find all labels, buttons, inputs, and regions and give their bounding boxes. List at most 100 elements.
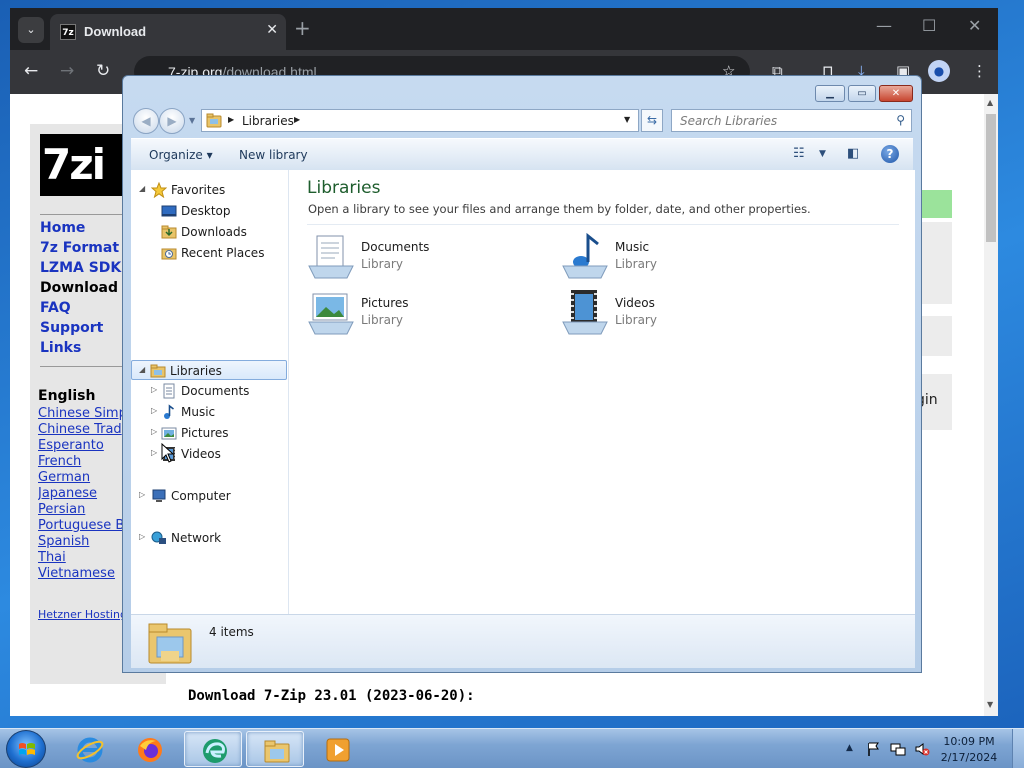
new-tab-icon[interactable]: +	[294, 16, 311, 40]
scroll-thumb[interactable]	[986, 114, 996, 242]
new-library-button[interactable]: New library	[239, 148, 308, 162]
browser-tab[interactable]: 7z Download ✕	[50, 14, 286, 50]
nav-computer-label: Computer	[171, 489, 231, 503]
expand-arrow-icon[interactable]: ▷	[139, 532, 145, 541]
back-icon[interactable]: ←	[24, 61, 38, 81]
taskbar-explorer[interactable]	[246, 731, 304, 767]
breadcrumb-separator-icon[interactable]: ▶	[228, 115, 234, 124]
download-heading: Download 7-Zip 23.01 (2023-06-20):	[188, 688, 475, 704]
organize-button[interactable]: Organize ▾	[149, 148, 213, 162]
nav-desktop[interactable]: Desktop	[133, 201, 283, 221]
explorer-forward-icon[interactable]: ▶	[159, 108, 185, 134]
expand-arrow-icon[interactable]: ▷	[151, 427, 157, 436]
tile-type: Library	[615, 313, 657, 327]
edge-icon	[203, 739, 227, 763]
search-input[interactable]: Search Libraries ⚲	[671, 109, 912, 132]
nav-computer[interactable]: ▷ Computer	[133, 486, 283, 506]
library-tile-pictures[interactable]: Pictures Library	[307, 288, 547, 338]
command-bar: Organize ▾ New library ☷ ▼ ◧ ?	[131, 138, 913, 170]
collapse-arrow-icon[interactable]: ◢	[139, 184, 145, 193]
nav-recent-places-label: Recent Places	[181, 246, 265, 260]
expand-arrow-icon[interactable]: ▷	[139, 490, 145, 499]
nav-faq-link[interactable]: FAQ	[40, 300, 71, 316]
nav-pictures[interactable]: ▷ Pictures	[133, 423, 283, 443]
reload-icon[interactable]: ↻	[96, 61, 110, 81]
nav-links-link[interactable]: Links	[40, 340, 81, 356]
nav-desktop-label: Desktop	[181, 204, 231, 218]
taskbar-media-player[interactable]	[308, 731, 366, 767]
change-view-icon[interactable]: ☷	[793, 146, 805, 161]
maximize-icon[interactable]: ☐	[922, 16, 936, 35]
nav-music[interactable]: ▷ Music	[133, 402, 283, 422]
nav-downloads[interactable]: Downloads	[133, 222, 283, 242]
explorer-maximize-button[interactable]: ▭	[848, 85, 876, 102]
collapse-arrow-icon[interactable]: ◢	[139, 365, 145, 374]
start-button[interactable]	[6, 730, 46, 768]
expand-arrow-icon[interactable]: ▷	[151, 448, 157, 457]
show-desktop-button[interactable]	[1012, 729, 1024, 768]
nav-favorites[interactable]: ◢ Favorites	[133, 180, 283, 200]
explorer-icon	[264, 740, 290, 763]
tile-name: Music	[615, 240, 650, 254]
nav-network[interactable]: ▷ Network	[133, 528, 283, 548]
nav-7z-format-link[interactable]: 7z Format	[40, 240, 119, 256]
media-player-icon	[326, 738, 350, 762]
tab-title: Download	[84, 24, 147, 39]
breadcrumb-separator-icon[interactable]: ▶	[294, 115, 300, 124]
breadcrumb-libraries[interactable]: Libraries	[242, 114, 294, 128]
recent-pages-chevron-icon[interactable]: ▼	[189, 116, 195, 125]
show-hidden-icons-arrow-icon[interactable]: ▲	[846, 743, 853, 753]
tile-type: Library	[615, 257, 657, 271]
library-tile-documents[interactable]: Documents Library	[307, 232, 547, 282]
library-tile-videos[interactable]: Videos Library	[561, 288, 801, 338]
forward-icon[interactable]: →	[60, 61, 74, 81]
scroll-down-icon[interactable]: ▼	[987, 700, 993, 709]
explorer-minimize-button[interactable]: ▁	[815, 85, 845, 102]
nav-recent-places[interactable]: Recent Places	[133, 243, 283, 263]
tile-type: Library	[361, 313, 403, 327]
tab-close-icon[interactable]: ✕	[266, 22, 278, 38]
expand-arrow-icon[interactable]: ▷	[151, 406, 157, 415]
recent-places-icon	[161, 248, 177, 260]
search-icon[interactable]: ⚲	[896, 113, 905, 127]
minimize-icon[interactable]: —	[876, 16, 892, 35]
expand-arrow-icon[interactable]: ▷	[151, 385, 157, 394]
close-icon[interactable]: ✕	[968, 16, 981, 35]
pictures-icon	[308, 293, 354, 335]
help-icon[interactable]: ?	[881, 145, 899, 163]
item-count: 4 items	[209, 625, 254, 639]
nav-libraries[interactable]: ◢ Libraries	[131, 360, 287, 380]
system-clock[interactable]: 10:09 PM 2/17/2024	[938, 734, 1000, 766]
action-center-flag-icon[interactable]	[866, 741, 882, 757]
nav-videos[interactable]: ▷ Videos	[133, 444, 283, 464]
nav-lzma-sdk-link[interactable]: LZMA SDK	[40, 260, 121, 276]
profile-avatar[interactable]: ●	[928, 60, 950, 82]
nav-support-link[interactable]: Support	[40, 320, 103, 336]
refresh-button[interactable]: ⇆	[641, 109, 663, 132]
network-tray-icon[interactable]	[890, 741, 906, 757]
7zip-logo: 7zi	[40, 134, 126, 196]
library-tile-music[interactable]: Music Library	[561, 232, 801, 282]
menu-icon[interactable]: ⋮	[972, 62, 987, 80]
nav-home-link[interactable]: Home	[40, 220, 85, 236]
explorer-address-bar[interactable]: ▶ Libraries ▶ ▼	[201, 109, 639, 132]
explorer-close-button[interactable]: ✕	[879, 85, 913, 102]
nav-download-link[interactable]: Download	[40, 280, 118, 296]
view-options-chevron-icon[interactable]: ▼	[819, 149, 826, 159]
nav-documents[interactable]: ▷ Documents	[133, 381, 283, 401]
tile-name: Videos	[615, 296, 655, 310]
favorites-star-icon	[151, 182, 167, 198]
tab-search-button[interactable]: ⌄	[18, 17, 44, 43]
documents-small-icon	[163, 383, 175, 399]
explorer-back-icon[interactable]: ◀	[133, 108, 159, 134]
taskbar-edge[interactable]	[184, 731, 242, 767]
clock-date: 2/17/2024	[940, 751, 998, 764]
taskbar-internet-explorer[interactable]	[60, 731, 118, 767]
address-dropdown-icon[interactable]: ▼	[624, 115, 630, 124]
preview-pane-icon[interactable]: ◧	[847, 146, 859, 161]
page-scrollbar[interactable]: ▲ ▼	[984, 94, 998, 716]
search-placeholder: Search Libraries	[680, 114, 778, 128]
scroll-up-icon[interactable]: ▲	[987, 98, 993, 107]
volume-muted-icon[interactable]	[914, 741, 930, 757]
taskbar-firefox[interactable]	[120, 731, 178, 767]
